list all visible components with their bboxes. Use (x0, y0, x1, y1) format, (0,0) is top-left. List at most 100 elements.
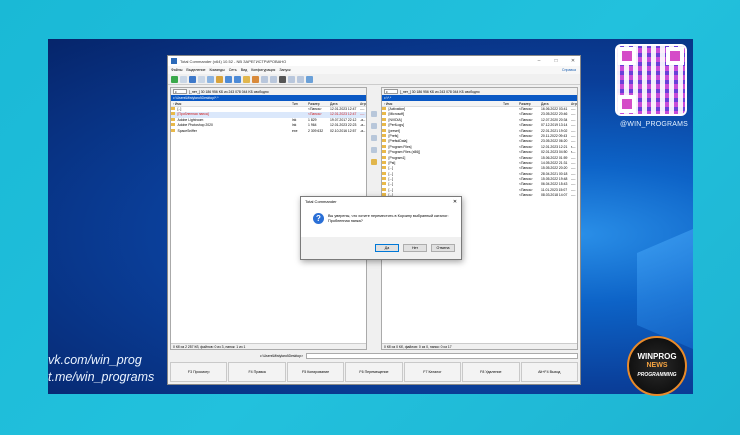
f3-view-button[interactable]: F3 Просмотр (170, 362, 228, 382)
forward-icon[interactable] (234, 75, 241, 83)
cmdline-input[interactable] (306, 353, 578, 359)
folder-icon (382, 160, 386, 164)
menu-start[interactable]: Запуск (279, 68, 290, 72)
ftp-icon[interactable] (270, 75, 277, 83)
notepad-icon[interactable] (306, 75, 313, 83)
link-vk[interactable]: vk.com/win_prog (48, 352, 154, 369)
brief-view-icon[interactable] (180, 75, 187, 83)
badge-line-1: WINPROG (637, 352, 677, 361)
yes-button[interactable]: Да (375, 244, 399, 252)
col-name[interactable]: ↑Имя (382, 101, 501, 106)
altf4-exit-button[interactable]: Alt+F4 Выход (520, 362, 578, 382)
col-date[interactable]: Дата (539, 101, 569, 106)
folder-icon (382, 133, 386, 137)
col-date[interactable]: Дата (328, 101, 358, 106)
rename-icon[interactable] (279, 75, 286, 83)
folder-icon (382, 187, 386, 191)
col-attr[interactable]: Атриб (569, 101, 577, 106)
back-icon[interactable] (225, 75, 232, 83)
move-icon[interactable] (371, 123, 377, 129)
full-view-icon[interactable] (189, 75, 196, 83)
qr-code (615, 44, 687, 116)
right-drive-info: [_нет_] 30 186 956 KБ из 243 078 044 KБ … (400, 89, 480, 94)
qr-finder-bottom-left (618, 95, 636, 113)
col-size[interactable]: Размер (306, 101, 328, 106)
file-name: SpaceSniffer (177, 128, 197, 133)
delete-icon[interactable] (371, 147, 377, 153)
app-icon (171, 58, 177, 64)
folder-icon (382, 112, 386, 116)
unpack-icon[interactable] (252, 75, 259, 83)
dialog-buttons: Да Нет Отмена (301, 237, 461, 252)
dialog-title-bar[interactable]: Total Commander ✕ (301, 197, 461, 207)
f4-edit-button[interactable]: F4 Правка (228, 362, 286, 382)
file-type: exe (292, 128, 298, 133)
dialog-message: Вы уверены, что хотите переместить в Кор… (328, 214, 449, 223)
col-type[interactable]: Тип (501, 101, 517, 106)
link-telegram[interactable]: t.me/win_programs (48, 369, 154, 386)
channel-badge: WINPROG NEWS PROGRAMMING (627, 336, 687, 396)
toolbar (168, 74, 580, 85)
folder-icon (382, 166, 386, 170)
qr-finder-top-right (666, 47, 684, 65)
menu-network[interactable]: Сеть (229, 68, 237, 72)
right-drive-bar: c [_нет_] 30 186 956 KБ из 243 078 044 K… (382, 88, 577, 95)
close-icon[interactable]: ✕ (566, 58, 580, 64)
f6-move-button[interactable]: F6 Перемещение (345, 362, 403, 382)
no-button[interactable]: Нет (403, 244, 427, 252)
f7-mkdir-button[interactable]: F7 Каталог (403, 362, 462, 382)
f5-copy-button[interactable]: F5 Копирование (286, 362, 345, 382)
cancel-button[interactable]: Отмена (431, 244, 455, 252)
left-drive-select[interactable]: c (173, 89, 187, 94)
invert-icon[interactable] (216, 75, 223, 83)
folder-icon (382, 144, 386, 148)
file-date: 08.03.2018 14:07 (541, 193, 568, 198)
folder-icon (382, 107, 386, 110)
maximize-icon[interactable]: □ (549, 58, 563, 64)
sync-icon[interactable] (297, 75, 304, 83)
compare-icon[interactable] (288, 75, 295, 83)
function-key-bar: F3 Просмотр F4 Правка F5 Копирование F6 … (170, 362, 578, 382)
menu-view[interactable]: Вид (241, 68, 248, 72)
find-icon[interactable] (261, 75, 268, 83)
menu-commands[interactable]: Команды (209, 68, 224, 72)
file-size: 2 309 632 (308, 128, 324, 133)
link-icon[interactable] (371, 135, 377, 141)
confirm-dialog: Total Commander ✕ ? Вы уверены, что хоти… (300, 196, 462, 260)
menu-selection[interactable]: Выделение (186, 68, 205, 72)
left-status: 0 Кб из 2 257 Кб, файлов: 0 из 3, папок:… (171, 343, 366, 349)
question-icon: ? (313, 213, 324, 224)
folder-icon (382, 117, 386, 121)
sort-icon[interactable] (207, 75, 214, 83)
left-drive-info: [_нет_] 30 186 956 KБ из 243 078 044 KБ … (189, 89, 269, 94)
col-attr[interactable]: Атриб (358, 101, 366, 106)
right-drive-select[interactable]: c (384, 89, 398, 94)
col-name[interactable]: ↑Имя (171, 101, 290, 106)
qr-finder-top-left (618, 47, 636, 65)
file-size: <Папка> (519, 193, 533, 198)
f8-delete-button[interactable]: F8 Удаление (462, 362, 520, 382)
file-type (501, 193, 517, 198)
menu-files[interactable]: Файлы (171, 68, 182, 72)
title-bar[interactable]: Total Commander (x64) 10.52 - NB ЗАРЕГИС… (168, 56, 580, 66)
folder-icon (382, 155, 386, 159)
table-row[interactable]: SpaceSniffer exe 2 309 632 02.10.2016 12:57… (171, 128, 366, 134)
tree-view-icon[interactable] (198, 75, 205, 83)
file-attr: -a-- (360, 128, 366, 133)
folder-icon (171, 112, 175, 116)
close-icon[interactable]: ✕ (449, 197, 461, 207)
folder-icon (382, 150, 386, 154)
folder-icon (382, 171, 386, 175)
folder-icon (171, 107, 175, 110)
col-size[interactable]: Размер (517, 101, 539, 106)
menu-help[interactable]: Справка (562, 68, 576, 72)
col-type[interactable]: Тип (290, 101, 306, 106)
menu-configuration[interactable]: Конфигурация (251, 68, 275, 72)
pack-icon[interactable] (243, 75, 250, 83)
copy-icon[interactable] (371, 111, 377, 117)
folder-icon (382, 182, 386, 186)
folder-icon[interactable] (371, 159, 377, 165)
social-links: vk.com/win_prog t.me/win_programs (48, 352, 154, 386)
refresh-icon[interactable] (171, 75, 178, 83)
minimize-icon[interactable]: – (532, 58, 546, 64)
